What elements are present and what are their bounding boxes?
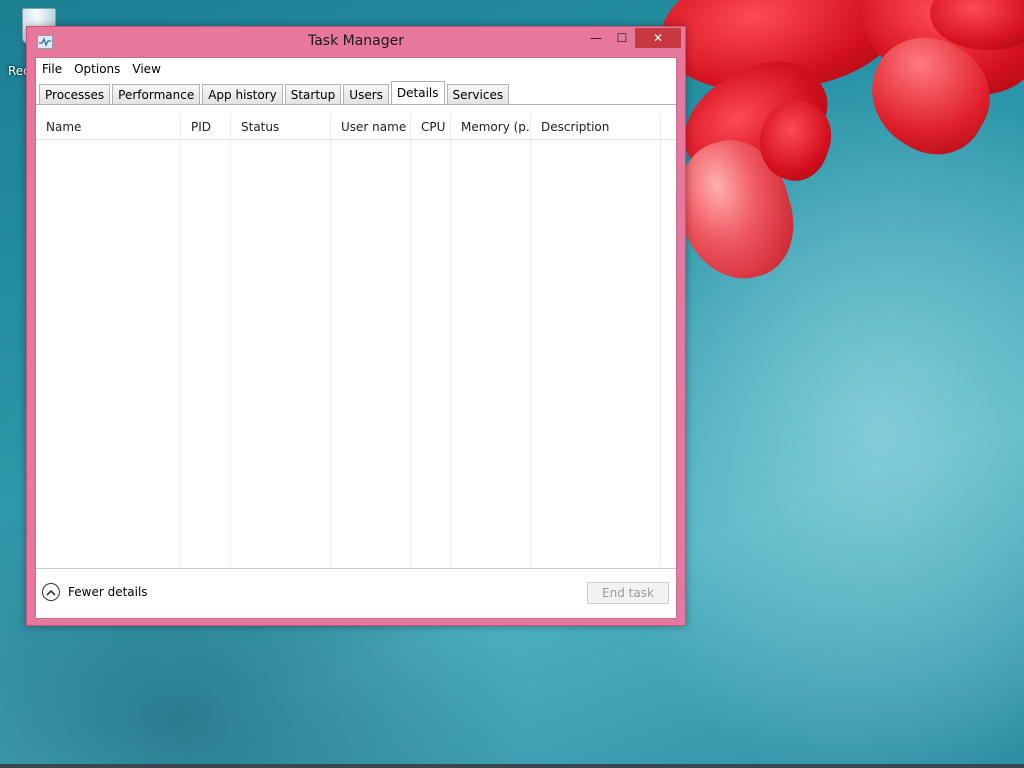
- maximize-icon: ☐: [616, 31, 628, 45]
- maximize-button[interactable]: ☐: [609, 28, 635, 48]
- fewer-details-button[interactable]: Fewer details: [42, 583, 148, 601]
- column-header-name[interactable]: ˆ Name: [36, 114, 181, 140]
- tab-processes[interactable]: Processes: [39, 84, 111, 104]
- tab-startup[interactable]: Startup: [284, 84, 342, 104]
- client-area: File Options View Processes Performance …: [35, 57, 677, 619]
- column-header-memory-label: Memory (p...: [461, 120, 531, 134]
- column-divider: [410, 140, 411, 568]
- menu-bar: File Options View: [36, 58, 676, 80]
- fewer-details-label: Fewer details: [68, 585, 148, 599]
- column-divider: [450, 140, 451, 568]
- chevron-up-icon: [42, 583, 60, 601]
- column-header-description[interactable]: Description: [531, 114, 661, 140]
- column-header-cpu[interactable]: CPU: [411, 114, 451, 140]
- details-table: ˆ Name PID Status User name CPU Memory (…: [36, 114, 676, 596]
- column-header-description-label: Description: [541, 120, 610, 134]
- close-icon: ✕: [652, 31, 664, 45]
- table-header: ˆ Name PID Status User name CPU Memory (…: [36, 114, 676, 140]
- column-divider: [530, 140, 531, 568]
- minimize-icon: —: [590, 31, 602, 45]
- column-header-status-label: Status: [241, 120, 280, 134]
- column-divider: [330, 140, 331, 568]
- close-button[interactable]: ✕: [635, 28, 681, 48]
- column-header-memory[interactable]: Memory (p...: [451, 114, 531, 140]
- column-header-pid-label: PID: [191, 120, 212, 134]
- column-divider: [230, 140, 231, 568]
- desktop: Rec Task Manager — ☐ ✕ File Options View…: [0, 0, 1024, 768]
- minimize-button[interactable]: —: [583, 28, 609, 48]
- end-task-button[interactable]: End task: [587, 582, 669, 604]
- tab-details[interactable]: Details: [390, 81, 445, 105]
- tab-users[interactable]: Users: [343, 84, 389, 104]
- footer-bar: Fewer details End task: [36, 568, 676, 618]
- tab-services[interactable]: Services: [446, 84, 510, 104]
- menu-options[interactable]: Options: [68, 59, 126, 79]
- sort-ascending-icon: ˆ: [104, 114, 108, 121]
- task-manager-window: Task Manager — ☐ ✕ File Options View Pro…: [26, 26, 686, 626]
- tab-app-history[interactable]: App history: [202, 84, 283, 104]
- column-header-pid[interactable]: PID: [181, 114, 231, 140]
- tab-performance[interactable]: Performance: [112, 84, 201, 104]
- menu-view[interactable]: View: [126, 59, 166, 79]
- table-right-edge: [660, 114, 661, 566]
- column-header-status[interactable]: Status: [231, 114, 331, 140]
- column-header-user-name-label: User name: [341, 120, 407, 134]
- column-header-name-label: Name: [46, 120, 82, 134]
- column-header-user-name[interactable]: User name: [331, 114, 411, 140]
- tab-divider: [36, 104, 676, 105]
- column-header-cpu-label: CPU: [421, 120, 446, 134]
- menu-file[interactable]: File: [36, 59, 68, 79]
- column-divider: [180, 140, 181, 568]
- taskbar-edge: [0, 764, 1024, 768]
- tab-strip: Processes Performance App history Startu…: [39, 80, 511, 105]
- title-bar[interactable]: Task Manager — ☐ ✕: [27, 27, 685, 57]
